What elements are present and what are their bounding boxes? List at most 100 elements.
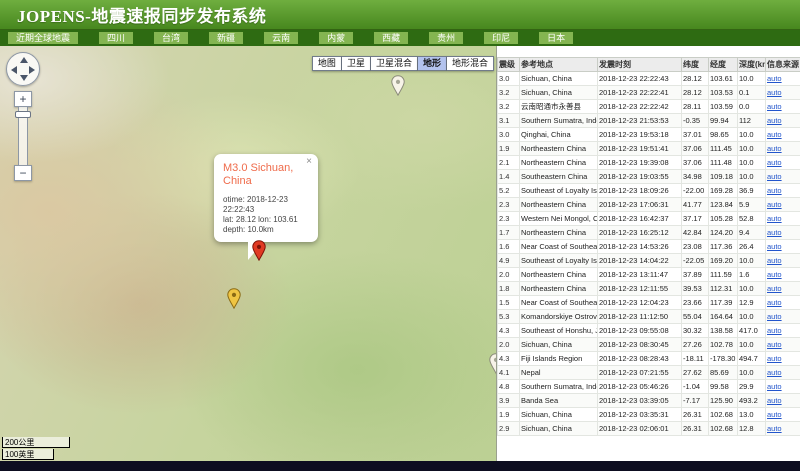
pan-right-icon[interactable] <box>29 66 35 74</box>
cell-source[interactable]: auto <box>766 226 800 240</box>
cell-source[interactable]: auto <box>766 212 800 226</box>
menu-item-4[interactable]: 新疆 <box>209 32 243 44</box>
cell-source[interactable]: auto <box>766 310 800 324</box>
cell-source[interactable]: auto <box>766 184 800 198</box>
menu-item-2[interactable]: 四川 <box>99 32 133 44</box>
cell-otime: 2018-12-23 11:12:50 <box>598 310 682 324</box>
cell-source[interactable]: auto <box>766 142 800 156</box>
cell-mag: 1.8 <box>498 282 520 296</box>
cell-source[interactable]: auto <box>766 86 800 100</box>
quake-marker-white-east[interactable] <box>489 353 497 374</box>
cell-location: Northeastern China <box>520 226 598 240</box>
info-window-otime-line2: 22:22:43 <box>223 205 310 215</box>
menu-item-7[interactable]: 西藏 <box>374 32 408 44</box>
map-type-button-satellite[interactable]: 卫星 <box>342 56 371 71</box>
cell-mag: 3.1 <box>498 114 520 128</box>
cell-source[interactable]: auto <box>766 198 800 212</box>
cell-source[interactable]: auto <box>766 254 800 268</box>
map-type-button-satellite-hybrid[interactable]: 卫星混合 <box>371 56 418 71</box>
table-row[interactable]: 2.1Northeastern China2018-12-23 19:39:08… <box>498 156 800 170</box>
menu-item-9[interactable]: 印尼 <box>484 32 518 44</box>
table-row[interactable]: 1.5Near Coast of Southeast2018-12-23 12:… <box>498 296 800 310</box>
cell-source[interactable]: auto <box>766 72 800 86</box>
zoom-slider-handle[interactable] <box>15 111 31 118</box>
cell-source[interactable]: auto <box>766 408 800 422</box>
table-row[interactable]: 1.4Southeastern China2018-12-23 19:03:55… <box>498 170 800 184</box>
cell-otime: 2018-12-23 19:39:08 <box>598 156 682 170</box>
cell-source[interactable]: auto <box>766 296 800 310</box>
pan-left-icon[interactable] <box>11 66 17 74</box>
cell-lat: 23.08 <box>682 240 709 254</box>
cell-source[interactable]: auto <box>766 282 800 296</box>
column-header-lon: 经度 <box>709 58 738 72</box>
table-row[interactable]: 5.3Komandorskiye Ostrova f2018-12-23 11:… <box>498 310 800 324</box>
cell-source[interactable]: auto <box>766 240 800 254</box>
table-row[interactable]: 1.8Northeastern China2018-12-23 12:11:55… <box>498 282 800 296</box>
cell-source[interactable]: auto <box>766 170 800 184</box>
table-row[interactable]: 5.2Southeast of Loyalty Islar2018-12-23 … <box>498 184 800 198</box>
table-row[interactable]: 1.6Near Coast of Southeast2018-12-23 14:… <box>498 240 800 254</box>
cell-source[interactable]: auto <box>766 128 800 142</box>
pin-icon <box>489 353 497 374</box>
cell-source[interactable]: auto <box>766 366 800 380</box>
table-row[interactable]: 3.9Banda Sea2018-12-23 03:39:05-7.17125.… <box>498 394 800 408</box>
info-window-close-icon[interactable]: × <box>306 157 312 167</box>
table-row[interactable]: 2.0Northeastern China2018-12-23 13:11:47… <box>498 268 800 282</box>
cell-mag: 1.6 <box>498 240 520 254</box>
menu-item-6[interactable]: 内蒙 <box>319 32 353 44</box>
zoom-out-button[interactable]: − <box>14 165 32 181</box>
map-type-button-map[interactable]: 地图 <box>312 56 342 71</box>
map-canvas[interactable]: + − 地图卫星卫星混合地形地形混合 × M3.0 Sichuan, China… <box>0 46 497 461</box>
menu-item-8[interactable]: 贵州 <box>429 32 463 44</box>
pan-up-icon[interactable] <box>20 57 28 63</box>
table-row[interactable]: 4.8Southern Sumatra, Indon2018-12-23 05:… <box>498 380 800 394</box>
info-window-title: M3.0 Sichuan, China <box>223 162 301 188</box>
cell-source[interactable]: auto <box>766 338 800 352</box>
table-row[interactable]: 3.0Qinghai, China2018-12-23 19:53:1837.0… <box>498 128 800 142</box>
zoom-in-button[interactable]: + <box>14 91 32 107</box>
menu-item-1[interactable]: 近期全球地震 <box>8 32 78 44</box>
cell-otime: 2018-12-23 22:22:41 <box>598 86 682 100</box>
cell-lon: 99.58 <box>709 380 738 394</box>
table-row[interactable]: 2.3Northeastern China2018-12-23 17:06:31… <box>498 198 800 212</box>
cell-source[interactable]: auto <box>766 352 800 366</box>
menu-item-5[interactable]: 云南 <box>264 32 298 44</box>
cell-mag: 4.8 <box>498 380 520 394</box>
cell-source[interactable]: auto <box>766 394 800 408</box>
quake-marker-white-north[interactable] <box>391 75 405 96</box>
map-type-button-terrain[interactable]: 地形 <box>418 56 447 71</box>
table-row[interactable]: 1.9Northeastern China2018-12-23 19:51:41… <box>498 142 800 156</box>
table-row[interactable]: 3.0Sichuan, China2018-12-23 22:22:4328.1… <box>498 72 800 86</box>
table-row[interactable]: 4.3Fiji Islands Region2018-12-23 08:28:4… <box>498 352 800 366</box>
table-row[interactable]: 4.9Southeast of Loyalty Islar2018-12-23 … <box>498 254 800 268</box>
table-row[interactable]: 2.3Western Nei Mongol, Chi2018-12-23 16:… <box>498 212 800 226</box>
cell-source[interactable]: auto <box>766 268 800 282</box>
scale-control: 200公里 100英里 <box>2 437 70 460</box>
cell-source[interactable]: auto <box>766 156 800 170</box>
zoom-slider[interactable] <box>18 107 28 165</box>
map-type-button-terrain-hybrid[interactable]: 地形混合 <box>447 56 494 71</box>
menu-item-3[interactable]: 台湾 <box>154 32 188 44</box>
pan-down-icon[interactable] <box>20 75 28 81</box>
table-row[interactable]: 4.3Southeast of Honshu, Jap2018-12-23 09… <box>498 324 800 338</box>
cell-source[interactable]: auto <box>766 380 800 394</box>
quake-marker-selected-red[interactable] <box>252 240 266 261</box>
cell-source[interactable]: auto <box>766 324 800 338</box>
cell-source[interactable]: auto <box>766 422 800 436</box>
cell-mag: 1.9 <box>498 142 520 156</box>
table-row[interactable]: 3.2Sichuan, China2018-12-23 22:22:4128.1… <box>498 86 800 100</box>
table-row[interactable]: 2.9Sichuan, China2018-12-23 02:06:0126.3… <box>498 422 800 436</box>
table-row[interactable]: 2.0Sichuan, China2018-12-23 08:30:4527.2… <box>498 338 800 352</box>
cell-source[interactable]: auto <box>766 114 800 128</box>
cell-otime: 2018-12-23 18:09:26 <box>598 184 682 198</box>
cell-source[interactable]: auto <box>766 100 800 114</box>
quake-marker-yellow[interactable] <box>227 288 241 309</box>
cell-location: Fiji Islands Region <box>520 352 598 366</box>
pan-control[interactable] <box>6 52 40 86</box>
table-row[interactable]: 3.1Southern Sumatra, Indon2018-12-23 21:… <box>498 114 800 128</box>
menu-item-10[interactable]: 日本 <box>539 32 573 44</box>
table-row[interactable]: 1.9Sichuan, China2018-12-23 03:35:3126.3… <box>498 408 800 422</box>
table-row[interactable]: 3.2云南昭通市永善县2018-12-23 22:22:4228.11103.5… <box>498 100 800 114</box>
table-row[interactable]: 4.1Nepal2018-12-23 07:21:5527.6285.6910.… <box>498 366 800 380</box>
table-row[interactable]: 1.7Northeastern China2018-12-23 16:25:12… <box>498 226 800 240</box>
